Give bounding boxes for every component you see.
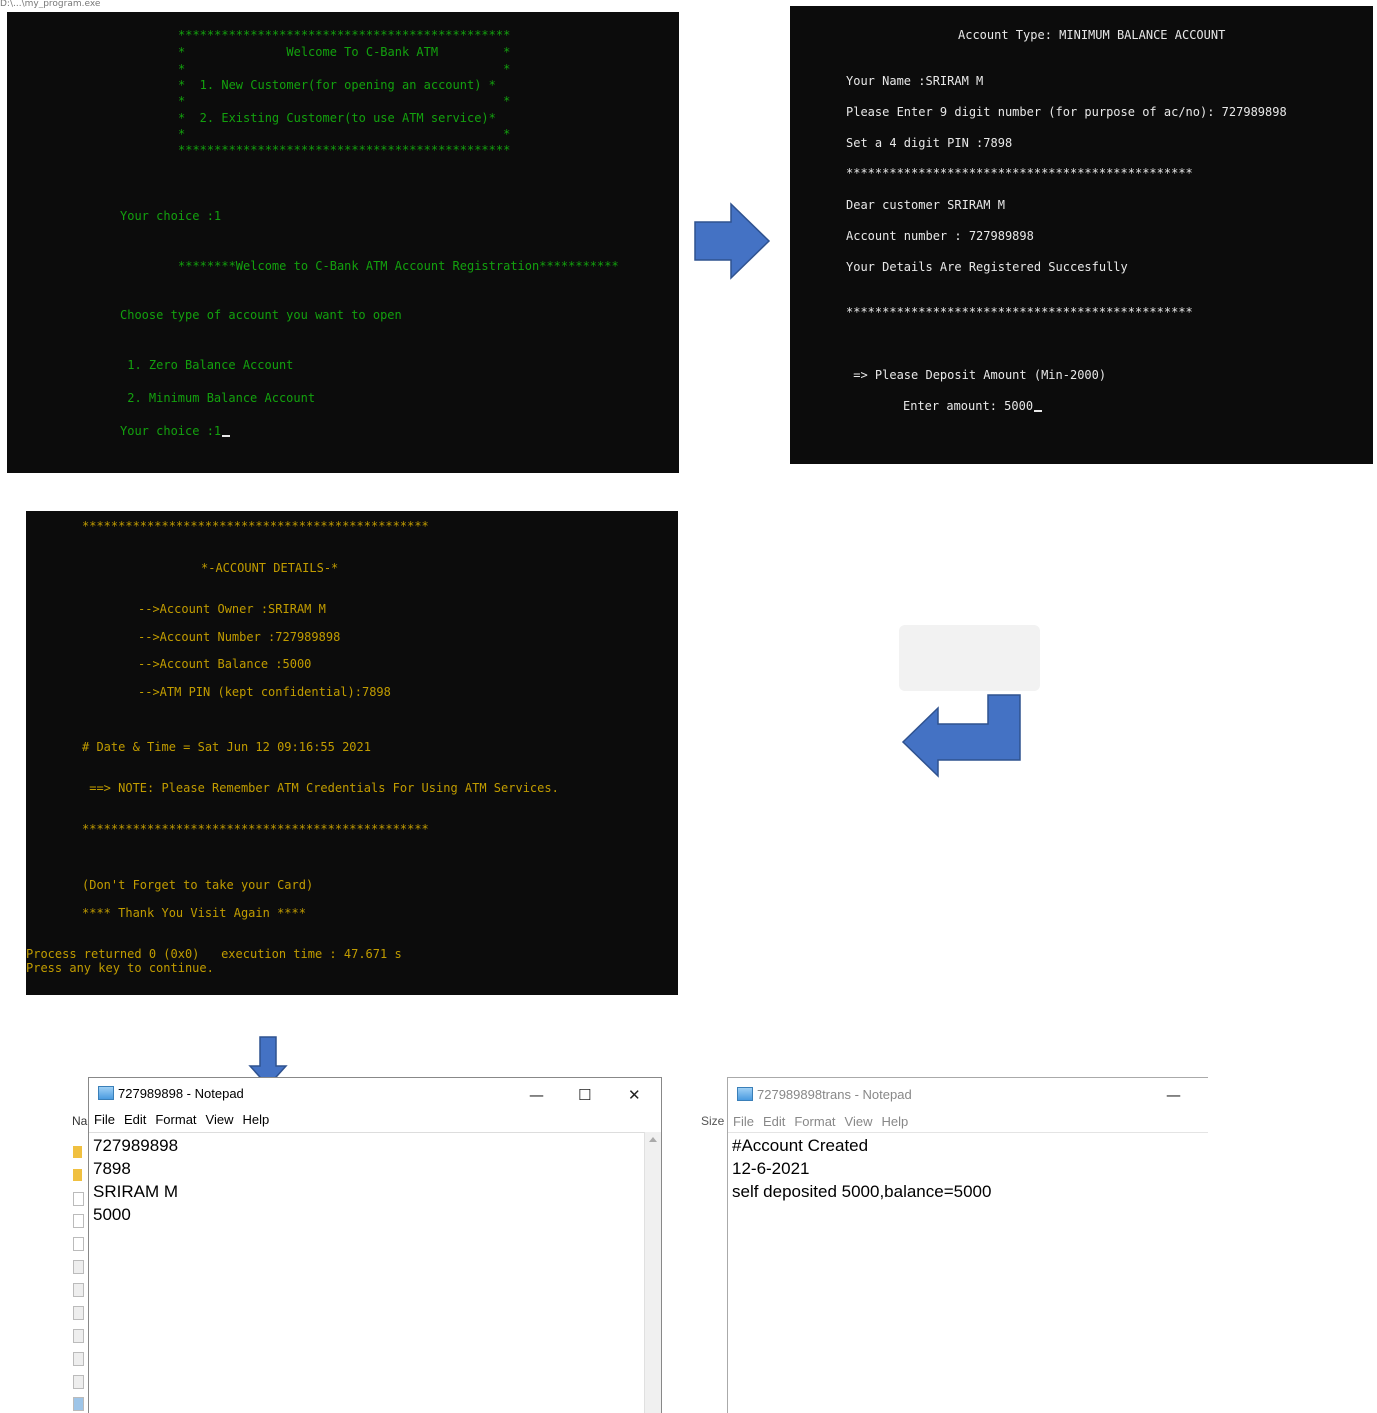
maximize-button[interactable]: ☐	[578, 1086, 591, 1104]
console-line: Account Type: MINIMUM BALANCE ACCOUNT	[958, 28, 1226, 42]
minimize-button[interactable]: —	[529, 1086, 544, 1104]
console-line: 2. Minimum Balance Account	[120, 391, 316, 405]
menu-file[interactable]: File	[733, 1114, 754, 1129]
document-text: 727989898 7898 SRIRAM M 5000	[93, 1134, 178, 1226]
console-line: -->ATM PIN (kept confidential):7898	[138, 685, 391, 699]
console-line: ****************************************…	[82, 822, 429, 836]
console-line: * *	[178, 127, 511, 141]
file-icon	[73, 1214, 84, 1228]
arrow-right-icon	[694, 202, 771, 280]
console-line: 1. Zero Balance Account	[120, 358, 294, 372]
console-line: Please Enter 9 digit number (for purpose…	[846, 105, 1287, 119]
text-line: self deposited 5000,balance=5000	[732, 1182, 992, 1201]
console-line: ****************************************…	[846, 166, 1193, 180]
explorer-background: Nar	[70, 1076, 91, 1412]
text-line: 727989898	[93, 1136, 179, 1155]
menu-format[interactable]: Format	[155, 1112, 196, 1127]
placeholder-box	[899, 625, 1040, 691]
file-icon	[73, 1192, 84, 1206]
close-button[interactable]: ✕	[628, 1086, 641, 1104]
console-line: -->Account Number :727989898	[138, 630, 341, 644]
menu-format[interactable]: Format	[794, 1114, 835, 1129]
notepad-icon	[737, 1087, 753, 1101]
menu-bar: File Edit Format View Help	[89, 1112, 661, 1132]
file-icon	[73, 1283, 84, 1297]
file-icon	[73, 1260, 84, 1274]
notepad-title: 727989898trans - Notepad	[757, 1087, 912, 1102]
console-line: ****************************************…	[82, 519, 429, 533]
console-window-3: ****************************************…	[26, 511, 678, 995]
file-icon	[73, 1375, 84, 1389]
console-line: Press any key to continue.	[26, 961, 214, 975]
console-line: Choose type of account you want to open	[120, 308, 402, 322]
console-line: Your Details Are Registered Succesfully	[846, 260, 1128, 274]
file-icon	[73, 1352, 84, 1366]
text-line: #Account Created	[732, 1136, 869, 1155]
console-line: * 1. New Customer(for opening an account…	[178, 78, 496, 92]
file-icon	[73, 1397, 84, 1411]
console-line: Your Name :SRIRAM M	[846, 74, 984, 88]
console-window-1: ****************************************…	[7, 12, 679, 473]
size-column-header[interactable]: Size	[701, 1114, 724, 1128]
menu-edit[interactable]: Edit	[124, 1112, 146, 1127]
console-line: (Don't Forget to take your Card)	[82, 878, 314, 892]
return-arrow-icon	[901, 694, 1021, 778]
text-line: 7898	[93, 1159, 131, 1178]
notepad-title-bar[interactable]: 727989898trans - Notepad —	[728, 1078, 1208, 1108]
menu-bar: File Edit Format View Help	[728, 1114, 1208, 1134]
menu-file[interactable]: File	[94, 1112, 115, 1127]
menu-help[interactable]: Help	[242, 1112, 269, 1127]
text-line: SRIRAM M	[93, 1182, 178, 1201]
console-line: Set a 4 digit PIN :7898	[846, 136, 1013, 150]
console-window-2: Account Type: MINIMUM BALANCE ACCOUNT Yo…	[790, 6, 1373, 464]
menu-view[interactable]: View	[845, 1114, 873, 1129]
console-line: * 2. Existing Customer(to use ATM servic…	[178, 111, 496, 125]
notepad-window-2: 727989898trans - Notepad — File Edit Forma…	[727, 1077, 1208, 1413]
notepad-title: 727989898 - Notepad	[118, 1086, 244, 1101]
file-icon	[73, 1237, 84, 1251]
notepad-window-1: 727989898 - Notepad — ☐ ✕ File Edit Format…	[88, 1077, 662, 1413]
console-line: * *	[178, 94, 511, 108]
folder-icon	[73, 1146, 82, 1158]
console-line: Your choice :1	[120, 424, 222, 438]
console-line: **** Thank You Visit Again ****	[82, 906, 306, 920]
console-line: * Welcome To C-Bank ATM *	[178, 45, 511, 59]
text-cursor	[222, 435, 231, 437]
console-line: *-ACCOUNT DETAILS-*	[201, 561, 339, 575]
console-line: Account number : 727989898	[846, 229, 1034, 243]
console-line: -->Account Balance :5000	[138, 657, 312, 671]
console-line: ****************************************…	[178, 143, 511, 157]
text-line: 12-6-2021	[732, 1159, 810, 1178]
menu-help[interactable]: Help	[881, 1114, 908, 1129]
console-line: ****************************************…	[178, 28, 511, 42]
menu-view[interactable]: View	[206, 1112, 234, 1127]
minimize-button[interactable]: —	[1166, 1086, 1181, 1104]
vertical-scrollbar[interactable]	[644, 1132, 661, 1413]
console-line: Dear customer SRIRAM M	[846, 198, 1005, 212]
console-line: -->Account Owner :SRIRAM M	[138, 602, 326, 616]
file-icon	[73, 1329, 84, 1343]
console-line: ****************************************…	[846, 305, 1193, 319]
file-icon	[73, 1306, 84, 1320]
notepad-title-bar[interactable]: 727989898 - Notepad — ☐ ✕	[89, 1078, 661, 1108]
notepad-icon	[98, 1086, 114, 1100]
document-text: #Account Created 12-6-2021 self deposite…	[732, 1134, 991, 1203]
scroll-up-icon[interactable]	[649, 1137, 657, 1142]
menu-edit[interactable]: Edit	[763, 1114, 785, 1129]
console-line: ********Welcome to C-Bank ATM Account Re…	[178, 259, 619, 273]
console-line: * *	[178, 62, 511, 76]
console-line: # Date & Time = Sat Jun 12 09:16:55 2021	[82, 740, 371, 754]
text-cursor	[1034, 410, 1043, 412]
text-line: 5000	[93, 1205, 131, 1224]
console-input-line[interactable]: Your choice :1	[120, 424, 231, 438]
console-line: Enter amount: 5000	[903, 399, 1034, 413]
console-line: => Please Deposit Amount (Min-2000)	[846, 368, 1107, 382]
console-input-line[interactable]: Enter amount: 5000	[903, 399, 1043, 413]
console-line: Your choice :1	[120, 209, 222, 223]
folder-icon	[73, 1169, 82, 1181]
window-title-strip: D:\...\my_program.exe	[0, 0, 101, 8]
console-line: Process returned 0 (0x0) execution time …	[26, 947, 402, 961]
console-line: ==> NOTE: Please Remember ATM Credential…	[82, 781, 559, 795]
